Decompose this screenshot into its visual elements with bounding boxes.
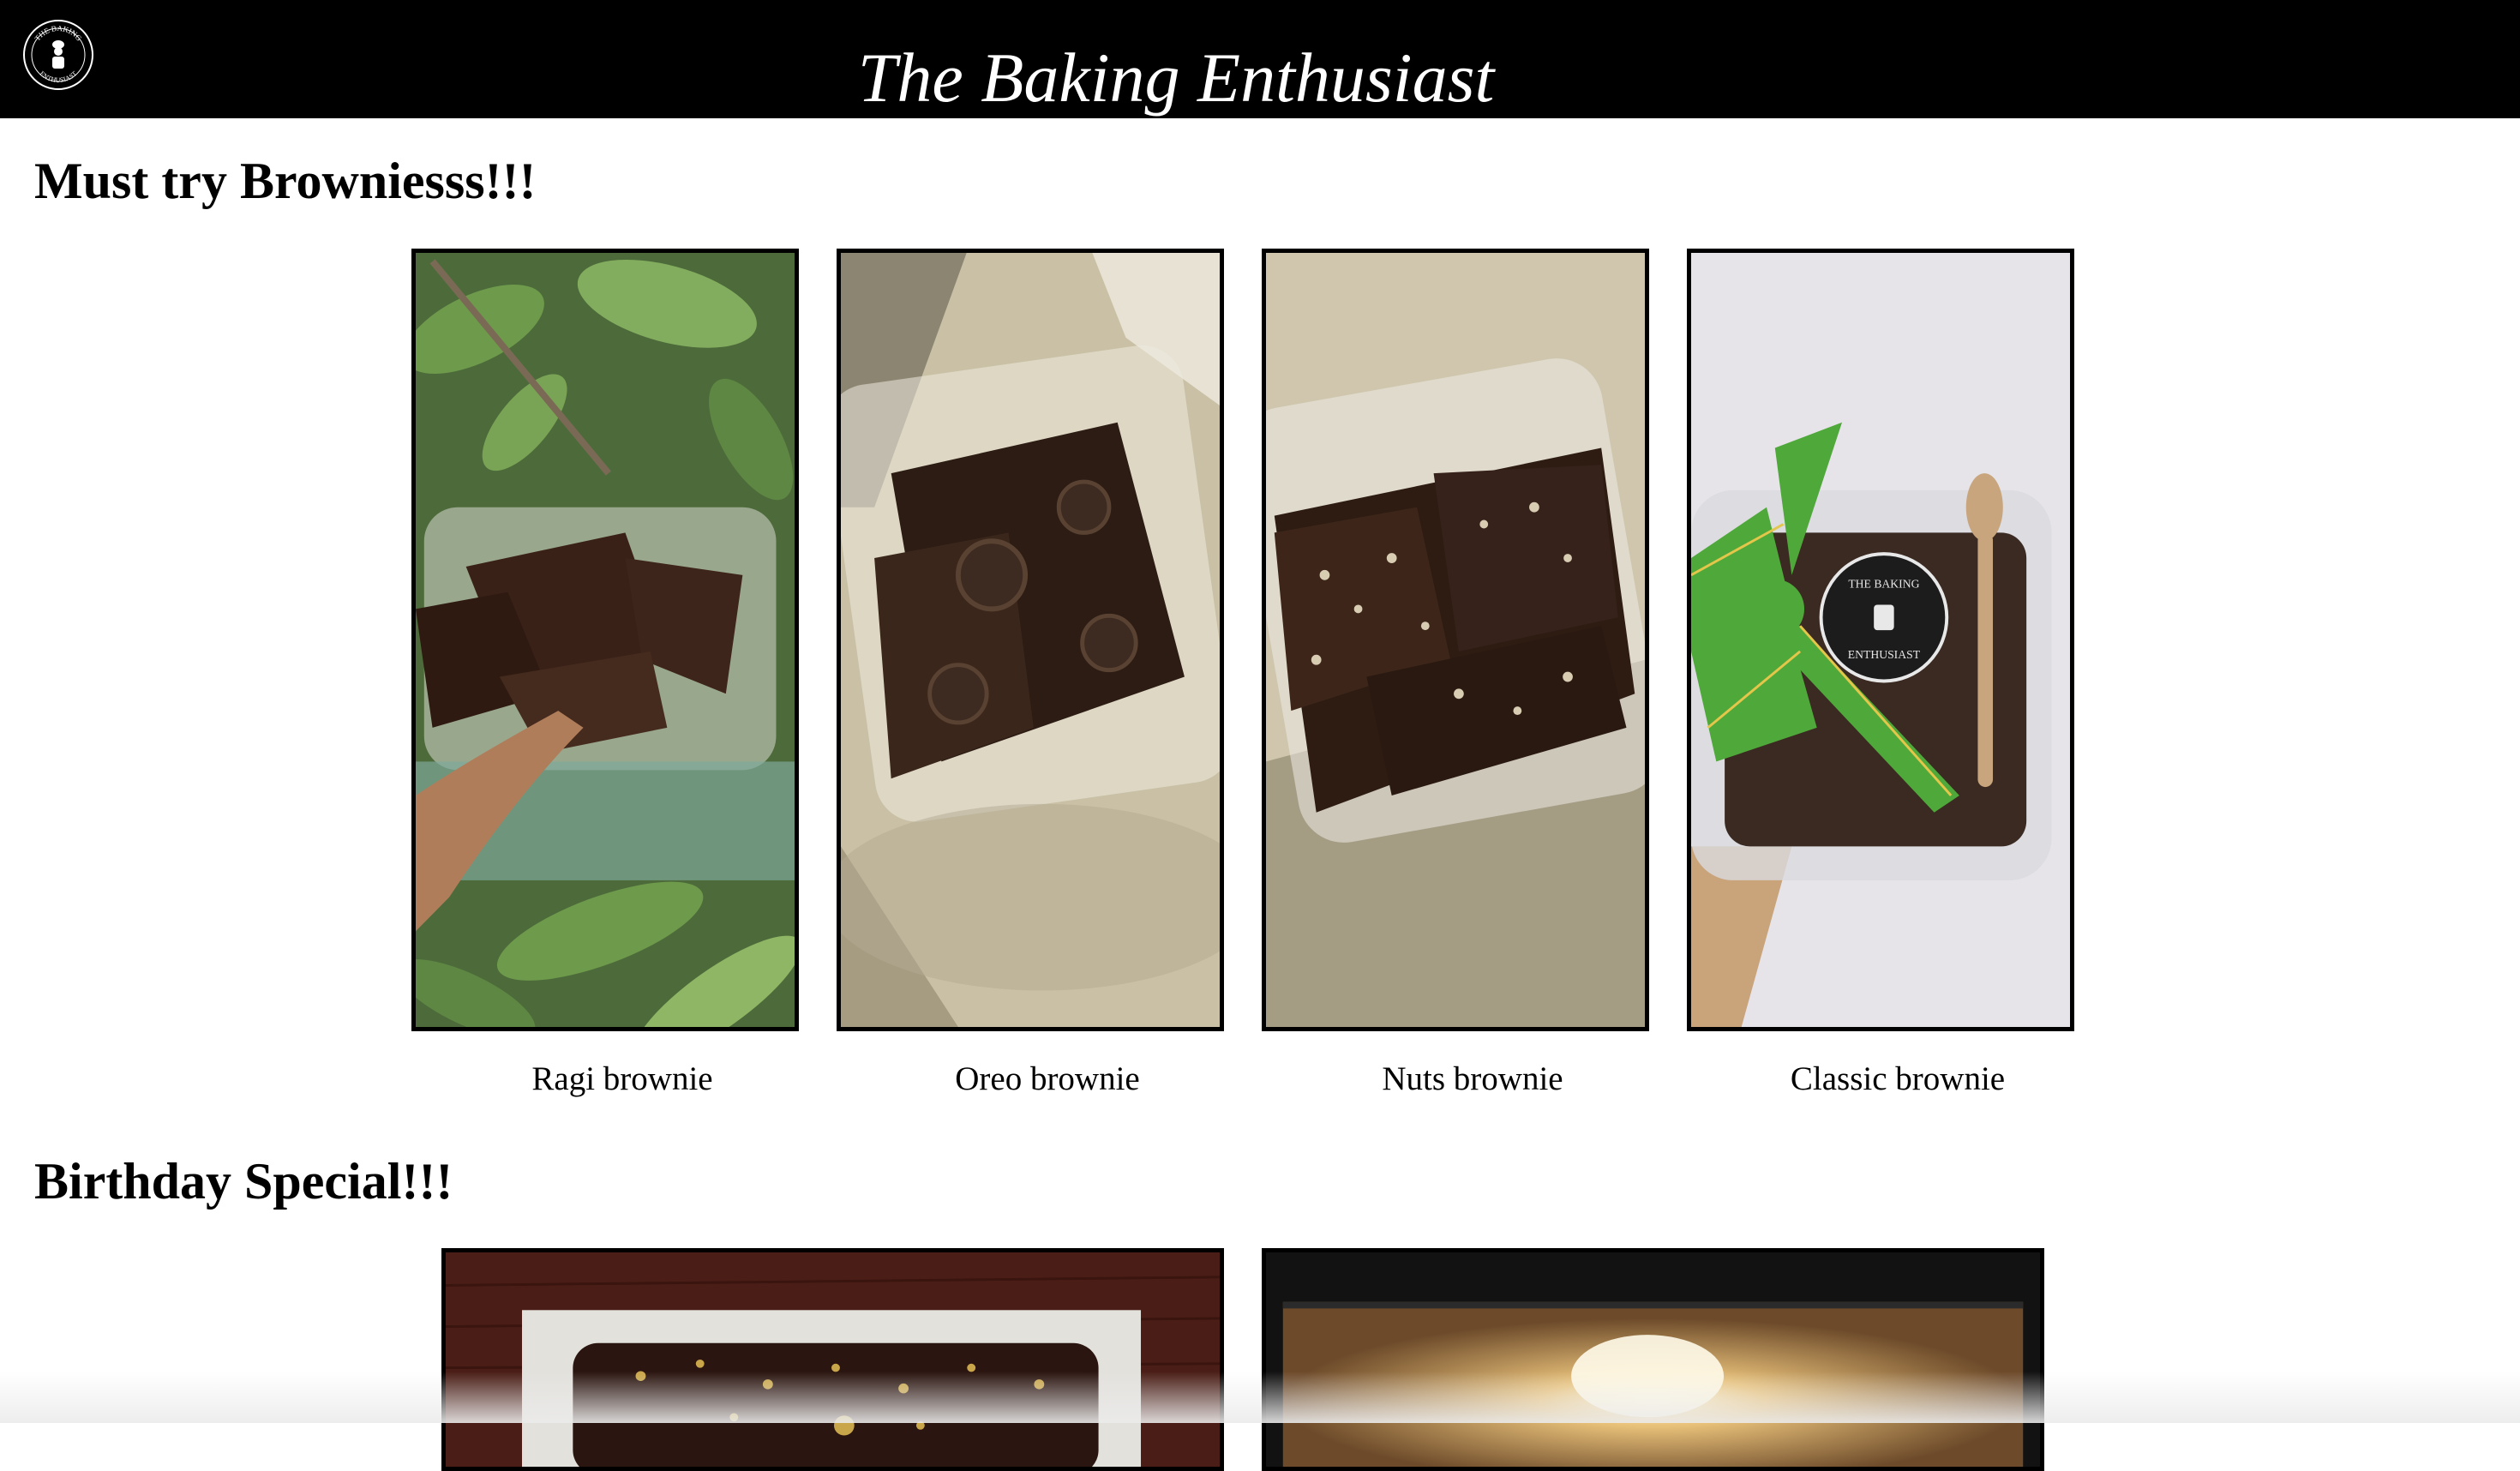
chocolate-cake-photo[interactable]	[441, 1248, 1224, 1471]
ragi-brownie-photo[interactable]	[411, 249, 799, 1031]
classic-brownie-photo[interactable]: THE BAKING ENTHUSIAST	[1687, 249, 2074, 1031]
nuts-brownie-photo[interactable]	[1262, 249, 1649, 1031]
site-header: THE BAKING ENTHUSIAST The Baking Enthusi…	[0, 0, 2520, 118]
caption-classic-brownie: Classic brownie	[1790, 1060, 2006, 1097]
bottom-fade-overlay	[0, 1372, 2520, 1423]
package-label-top: THE BAKING	[1848, 578, 1919, 591]
site-title: The Baking Enthusiast	[857, 39, 1495, 117]
section-heading-brownies: Must try Browniesss!!!	[34, 153, 537, 209]
oreo-brownie-photo[interactable]	[837, 249, 1224, 1031]
section-heading-birthday: Birthday Special!!!	[34, 1153, 453, 1210]
package-label-bottom: ENTHUSIAST	[1848, 648, 1921, 661]
oven-photo[interactable]	[1262, 1248, 2044, 1471]
caption-oreo-brownie: Oreo brownie	[955, 1060, 1140, 1097]
caption-nuts-brownie: Nuts brownie	[1382, 1060, 1563, 1097]
caption-ragi-brownie: Ragi brownie	[531, 1060, 713, 1097]
